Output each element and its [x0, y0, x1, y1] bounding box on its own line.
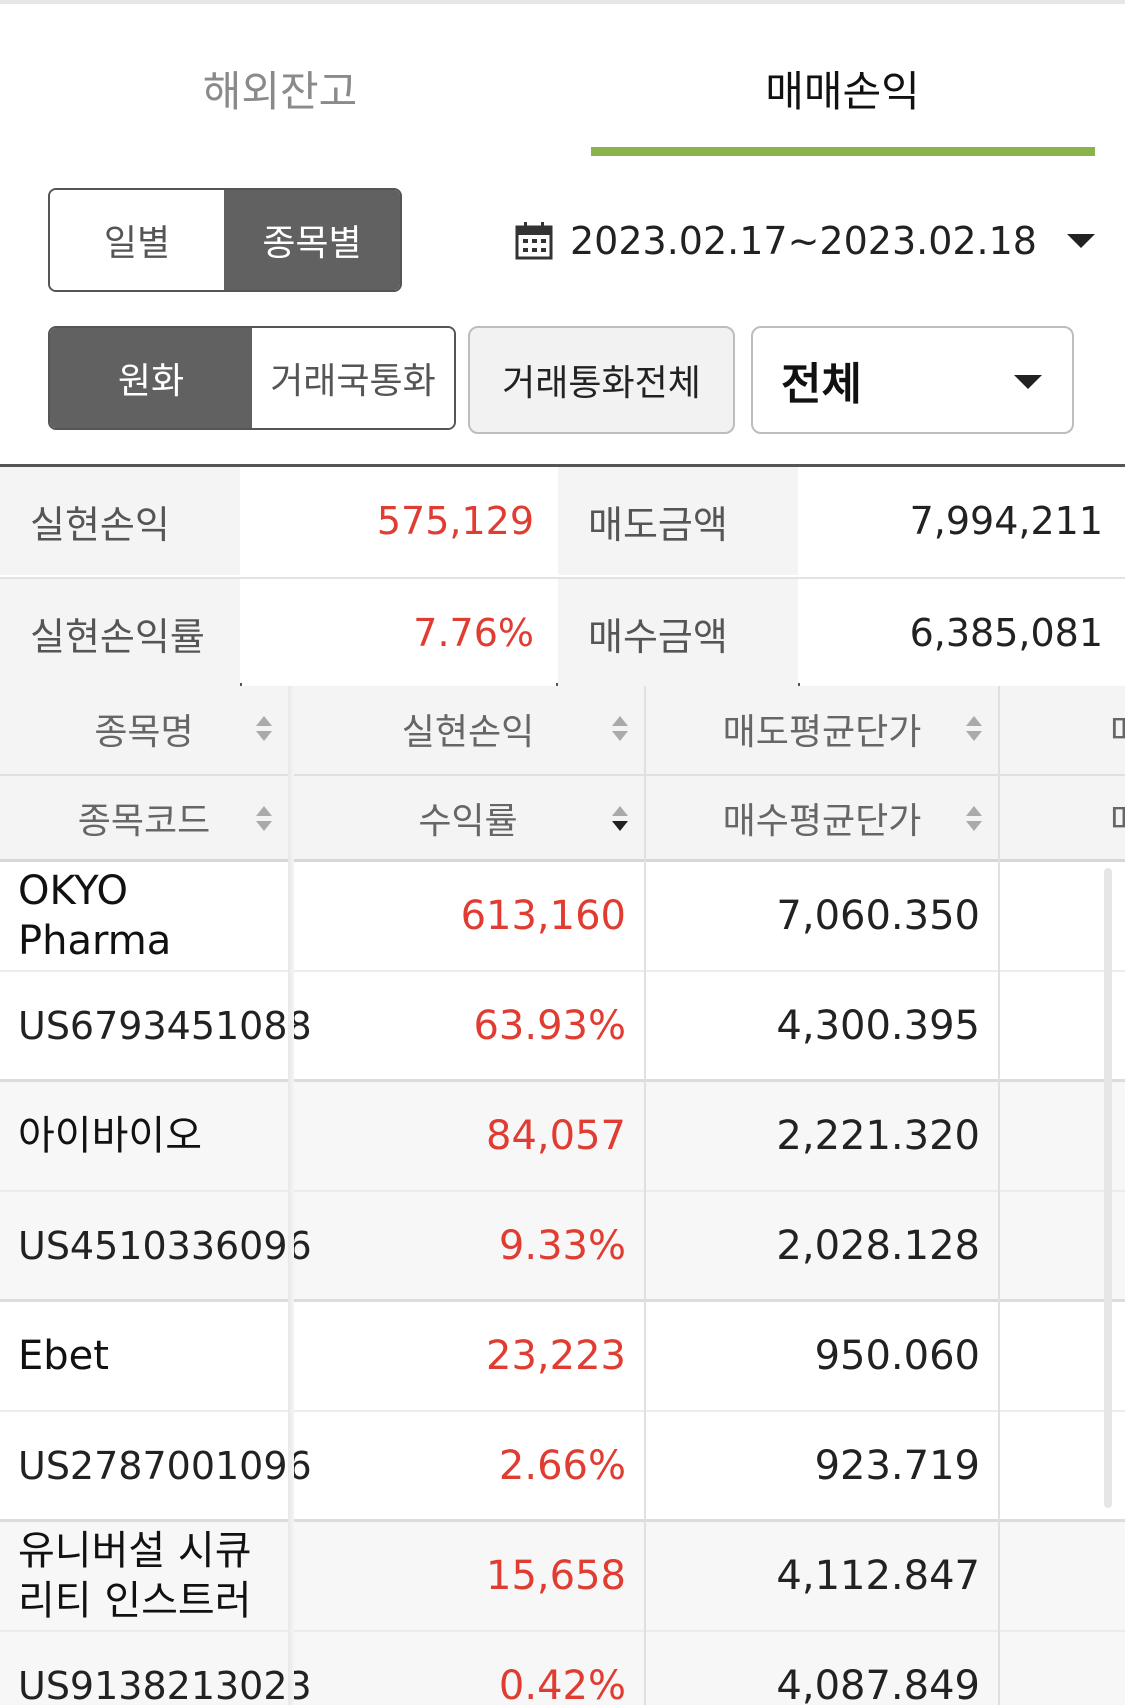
column-divider [998, 686, 1000, 1705]
buy-amount-value: 6,385,081 [800, 579, 1125, 687]
stock-name: OKYO Pharma [18, 868, 172, 964]
table-row[interactable]: US2787001096 2.66% 923.719 [0, 1412, 1125, 1522]
calendar-icon [515, 222, 553, 260]
summary-row: 실현손익 575,129 매도금액 7,994,211 [0, 467, 1125, 575]
header-sell-avg-price[interactable]: 매도평균단가 [646, 686, 998, 772]
buy-avg-price: 923.719 [814, 1443, 980, 1489]
realized-pl-value: 575,129 [242, 467, 556, 575]
buy-avg-price: 4,300.395 [776, 1003, 980, 1049]
column-divider [644, 686, 646, 1705]
all-trade-currency-button[interactable]: 거래통화전체 [468, 326, 735, 434]
sort-icon [966, 716, 982, 744]
sort-icon [256, 716, 272, 744]
frozen-column-shadow [288, 686, 294, 1705]
daily-toggle[interactable]: 일별 [50, 190, 224, 290]
stock-code: US2787001096 [18, 1444, 312, 1488]
active-tab-indicator [591, 147, 1095, 156]
sell-avg-price: 4,112.847 [776, 1553, 980, 1599]
view-toggle: 일별 종목별 [48, 188, 402, 292]
caret-down-icon [1066, 234, 1095, 248]
by-stock-toggle[interactable]: 종목별 [224, 190, 400, 290]
sort-icon [612, 716, 628, 744]
tab-trading-pl[interactable]: 매매손익 [590, 58, 1095, 119]
stock-code: US9138213023 [18, 1664, 312, 1705]
buy-amount-label: 매수금액 [558, 579, 798, 687]
buy-avg-price: 4,087.849 [776, 1663, 980, 1705]
realized-pl: 84,057 [486, 1113, 626, 1159]
sell-avg-price: 950.060 [814, 1333, 980, 1379]
filter-select-value: 전체 [781, 359, 862, 410]
table-row[interactable]: Ebet 23,223 950.060 [0, 1302, 1125, 1412]
realized-pl-label: 실현손익 [0, 467, 240, 575]
table-scrollbar[interactable] [1104, 868, 1112, 1508]
realized-pl: 613,160 [460, 893, 626, 939]
sort-icon [966, 806, 982, 834]
return-rate: 9.33% [498, 1223, 626, 1269]
table-row[interactable]: 아이바이오 84,057 2,221.320 [0, 1082, 1125, 1192]
header-realized-pl[interactable]: 실현손익 [292, 686, 644, 772]
table-row[interactable]: US9138213023 0.42% 4,087.849 [0, 1632, 1125, 1705]
filter-select[interactable]: 전체 [751, 326, 1074, 434]
realized-pl: 15,658 [486, 1553, 626, 1599]
table-row[interactable]: US4510336096 9.33% 2,028.128 [0, 1192, 1125, 1302]
date-range-picker[interactable]: 2023.02.17~2023.02.18 [514, 206, 1095, 276]
table-row[interactable]: 유니버설 시큐리티 인스트러 15,658 4,112.847 [0, 1522, 1125, 1632]
sell-amount-value: 7,994,211 [800, 467, 1125, 575]
sell-amount-label: 매도금액 [558, 467, 798, 575]
realized-pl: 23,223 [486, 1333, 626, 1379]
return-rate: 63.93% [473, 1003, 626, 1049]
sell-avg-price: 7,060.350 [776, 893, 980, 939]
tab-bar: 해외잔고 매매손익 [0, 0, 1125, 160]
stock-name: Ebet [18, 1333, 109, 1379]
header-buy-avg-price[interactable]: 매수평균단가 [646, 774, 998, 860]
trade-pl-table: 종목명 실현손익 매도평균단가 매 종목코드 수익률 매수평균단가 매 OKYO [0, 686, 1125, 1705]
table-row[interactable]: OKYO Pharma 613,160 7,060.350 [0, 862, 1125, 972]
date-range-text: 2023.02.17~2023.02.18 [570, 219, 1037, 263]
buy-avg-price: 2,028.128 [776, 1223, 980, 1269]
caret-down-icon [1014, 375, 1042, 389]
krw-toggle[interactable]: 원화 [50, 328, 252, 428]
header-stock-name[interactable]: 종목명 [0, 686, 288, 772]
stock-name: 유니버설 시큐리티 인스트러 [18, 1528, 252, 1624]
currency-toggle: 원화 거래국통화 [48, 326, 456, 430]
realized-rate-value: 7.76% [242, 579, 556, 687]
header-col4-partial[interactable]: 매 [1000, 774, 1125, 860]
header-col4-partial[interactable]: 매 [1000, 686, 1125, 772]
table-row[interactable]: US6793451088 63.93% 4,300.395 [0, 972, 1125, 1082]
sort-icon [256, 806, 272, 834]
tab-overseas-balance[interactable]: 해외잔고 [130, 58, 430, 119]
header-stock-code[interactable]: 종목코드 [0, 774, 288, 860]
return-rate: 2.66% [498, 1443, 626, 1489]
realized-rate-label: 실현손익률 [0, 579, 240, 687]
stock-code: US6793451088 [18, 1004, 312, 1048]
sell-avg-price: 2,221.320 [776, 1113, 980, 1159]
summary-row: 실현손익률 7.76% 매수금액 6,385,081 [0, 577, 1125, 687]
return-rate: 0.42% [498, 1663, 626, 1705]
header-return-rate[interactable]: 수익률 [292, 774, 644, 860]
sort-icon [612, 806, 628, 834]
stock-name: 아이바이오 [18, 1113, 202, 1159]
table-header: 종목명 실현손익 매도평균단가 매 종목코드 수익률 매수평균단가 매 [0, 686, 1125, 862]
stock-code: US4510336096 [18, 1224, 312, 1268]
summary-panel: 실현손익 575,129 매도금액 7,994,211 실현손익률 7.76% … [0, 464, 1125, 687]
trade-currency-toggle[interactable]: 거래국통화 [252, 328, 454, 428]
